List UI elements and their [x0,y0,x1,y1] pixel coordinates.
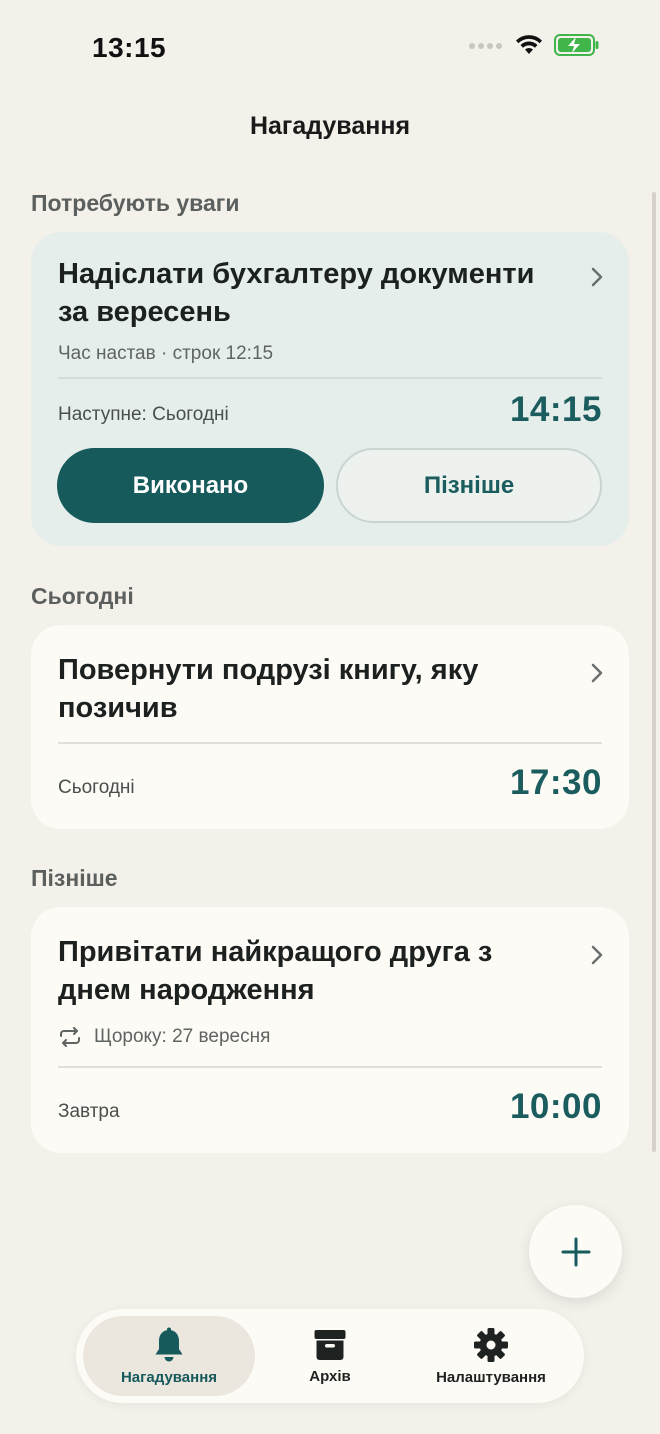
reminder-date-label: Сьогодні [58,777,135,798]
reminder-title: Повернути подрузі книгу, яку позичив [58,654,479,724]
add-reminder-button[interactable] [529,1205,622,1298]
tab-archive[interactable]: Архів [267,1316,393,1396]
tab-bar: Нагадування Архів Налаштування [76,1309,584,1403]
reminder-card-attention[interactable]: Надіслати бухгалтеру документи за вересе… [31,232,629,546]
chevron-right-icon[interactable] [589,943,605,967]
reminder-time: 14:15 [509,390,602,429]
battery-charging-icon [554,34,599,56]
reminder-title: Привітати найкращого друга з днем народж… [58,936,493,1006]
divider [58,377,602,379]
next-occurrence-label: Наступне: Сьогодні [58,404,229,425]
section-title-today: Сьогодні [31,583,134,609]
cellular-signal-icon [469,43,502,49]
tab-label: Нагадування [120,1368,218,1386]
later-button[interactable]: Пізніше [336,448,602,523]
divider [58,1066,602,1068]
reminder-subtitle: Час настав · строк 12:15 [58,343,274,364]
repeat-row: Щороку: 27 вересня [58,1026,270,1048]
scroll-indicator[interactable] [652,192,656,1152]
divider [58,742,602,744]
chevron-right-icon[interactable] [589,661,605,685]
reminder-title: Надіслати бухгалтеру документи за вересе… [58,258,535,328]
section-title-later: Пізніше [31,865,118,891]
reminder-date-label: Завтра [58,1101,120,1122]
tab-settings[interactable]: Налаштування [406,1316,576,1396]
repeat-icon [60,1027,80,1047]
tab-label: Налаштування [436,1368,546,1386]
reminder-time: 17:30 [509,763,602,802]
section-title-attention: Потребують уваги [31,190,240,216]
repeat-label: Щороку: 27 вересня [94,1026,271,1047]
status-bar: 13:15 [0,0,660,96]
archive-icon [314,1329,346,1360]
bell-icon [155,1327,183,1361]
tab-reminders[interactable]: Нагадування [83,1316,255,1396]
reminder-time: 10:00 [509,1087,602,1126]
plus-icon [561,1237,590,1266]
gear-icon [474,1327,508,1362]
status-icons [468,34,600,56]
reminder-card-later[interactable]: Привітати найкращого друга з днем народж… [31,907,629,1153]
reminder-card-today[interactable]: Повернути подрузі книгу, яку позичив Сьо… [31,625,629,829]
done-button[interactable]: Виконано [57,448,324,523]
wifi-icon [516,35,542,54]
page-title: Нагадування [249,112,411,140]
status-time: 13:15 [92,32,167,63]
chevron-right-icon[interactable] [589,265,605,289]
tab-label: Архів [309,1367,351,1385]
